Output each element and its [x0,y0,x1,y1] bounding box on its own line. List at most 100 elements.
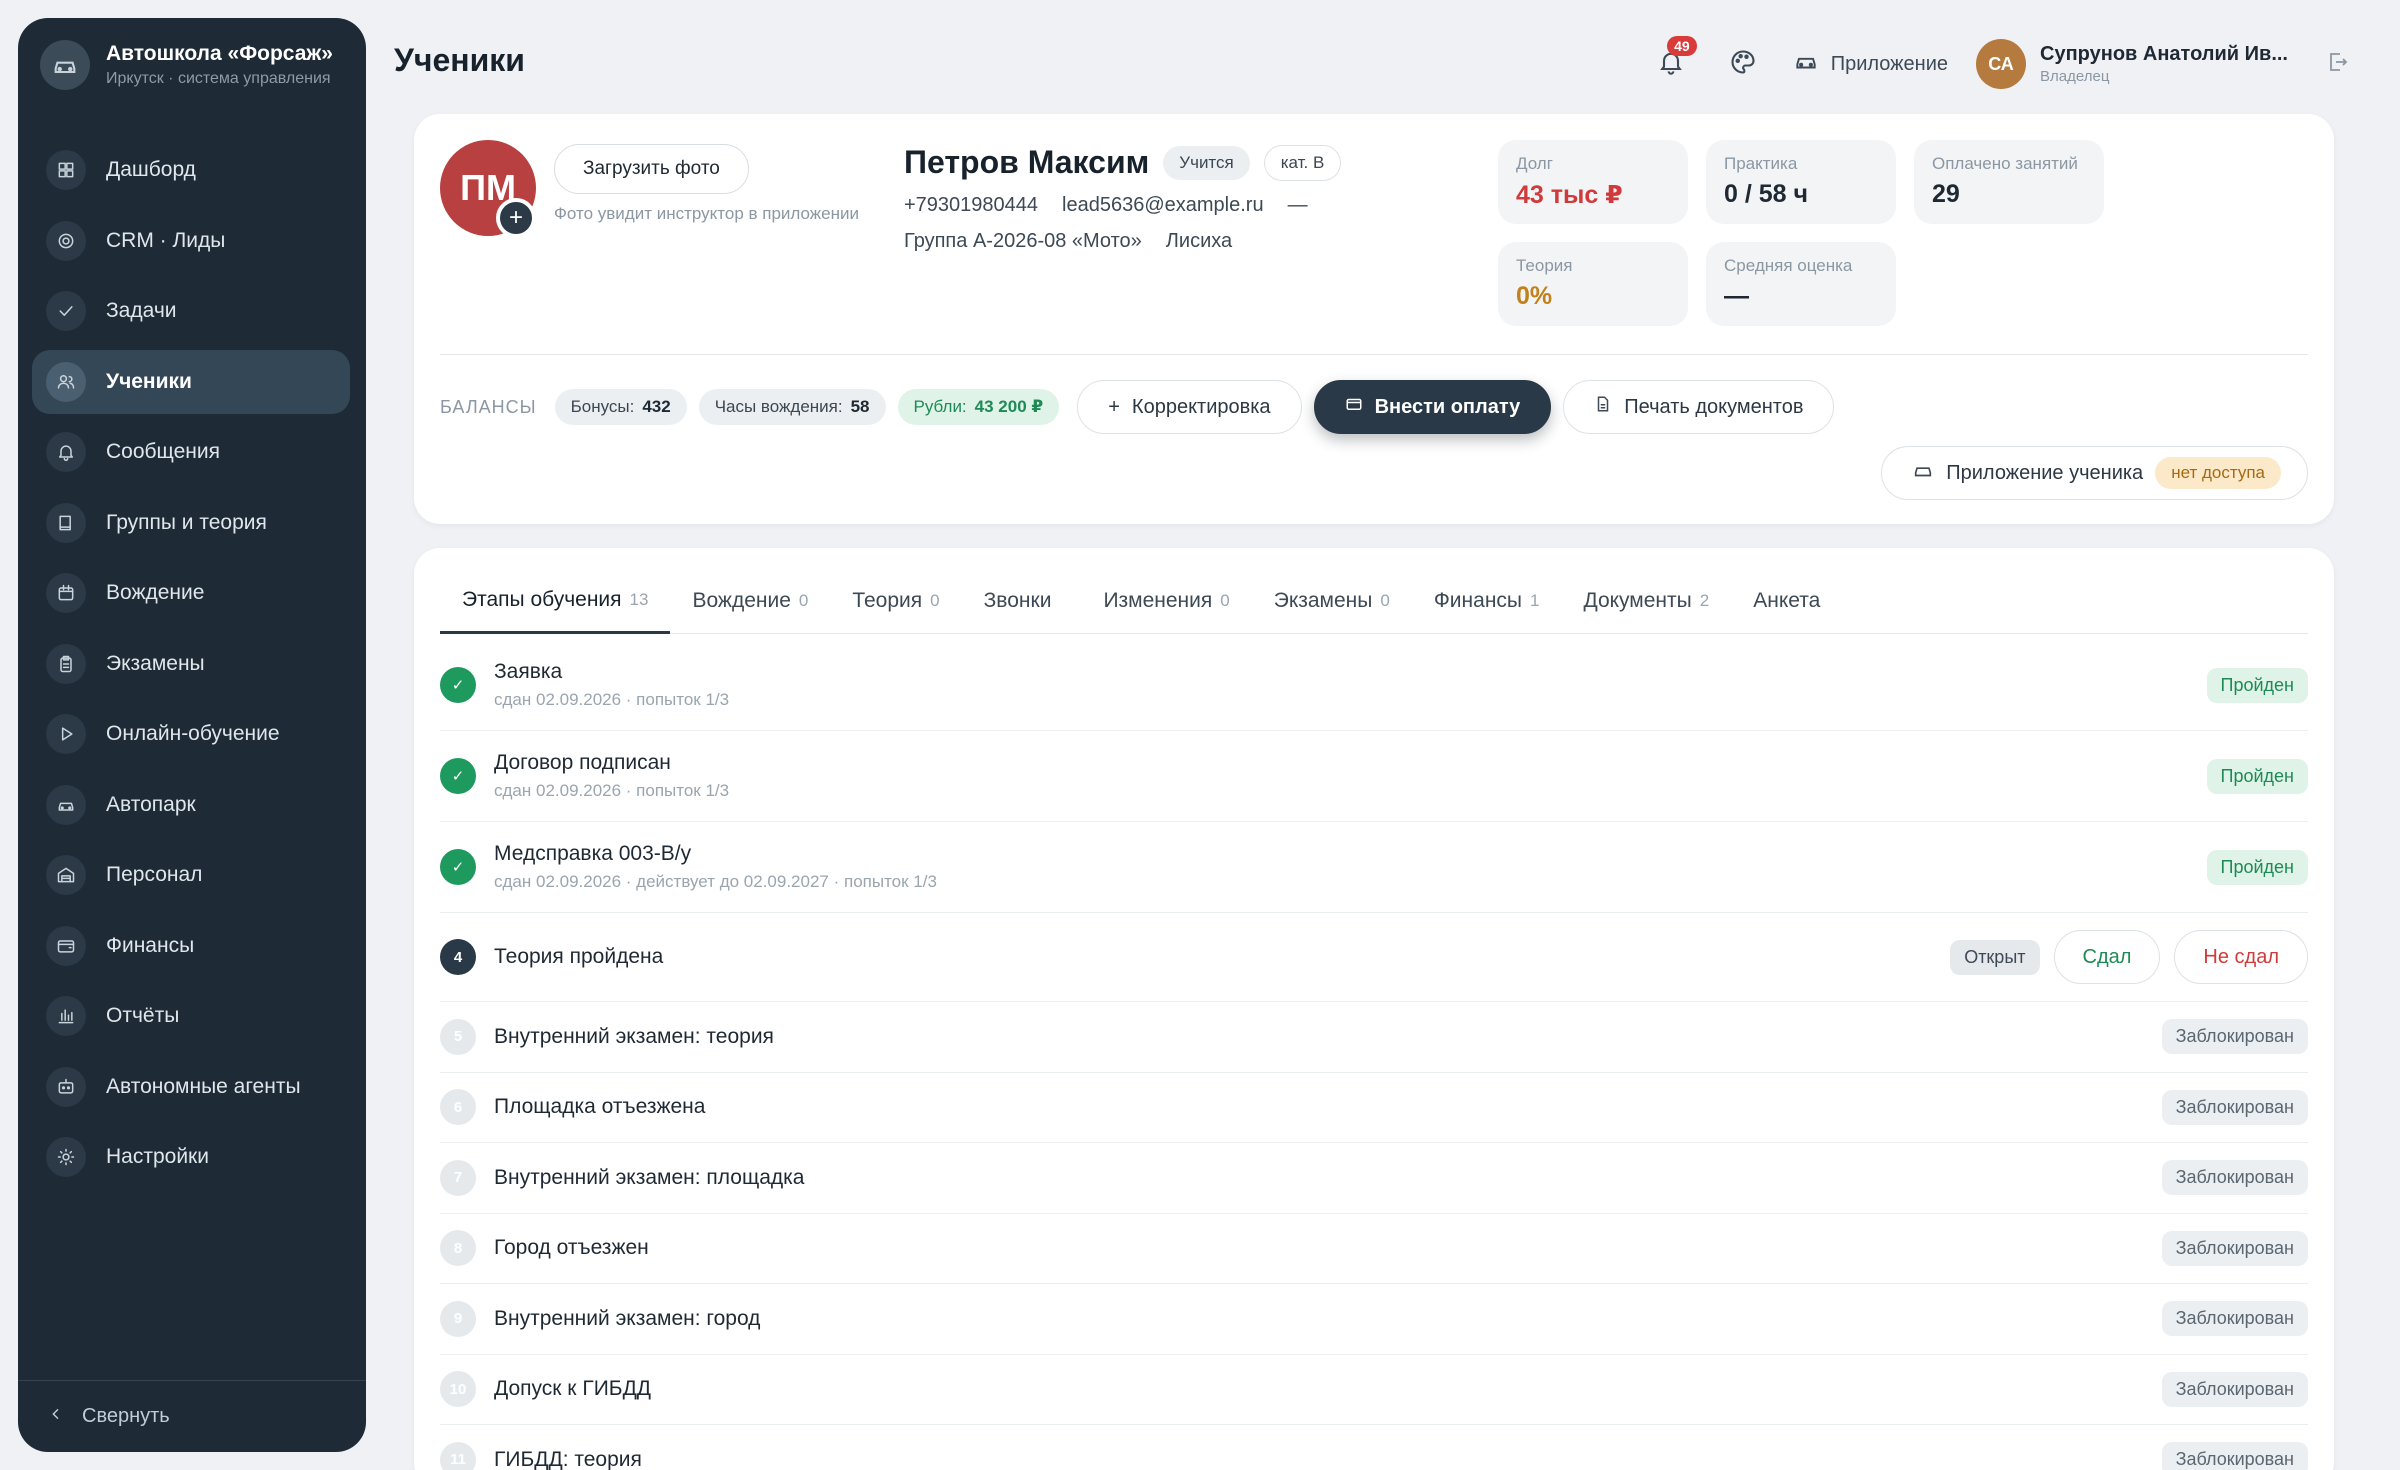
stage-meta: сдан 02.09.2026 · попыток 1/3 [494,781,730,800]
stage-pass-button[interactable]: Сдал [2053,930,2161,984]
plus-icon: + [1108,395,1120,418]
stage-title: Допуск к ГИБДД [494,1377,652,1401]
tab-label: Экзамены [1273,589,1373,612]
upload-hint: Фото увидит инструктор в приложении [554,204,860,223]
tab-3[interactable]: Звонки [962,568,1082,634]
stage-row[interactable]: ✓ Медсправка 003-В/у сдан 02.09.2026 · де… [440,822,2308,913]
sidebar-item-agents[interactable]: Автономные агенты [32,1055,350,1119]
group-line: Группа А-2026-08 «Мото» Лисиха [904,230,1232,253]
tab-1[interactable]: Вождение 0 [670,568,830,634]
stage-row[interactable]: 4 Теория пройдена Открыт Сдал Не сдал [440,913,2308,1002]
stage-number: 9 [440,1300,476,1337]
stage-status-badge: Заблокирован [2161,1089,2308,1125]
tab-4[interactable]: Изменения 0 [1081,568,1251,634]
sidebar-item-driving[interactable]: Вождение [32,561,350,625]
tab-5[interactable]: Экзамены 0 [1252,568,1412,634]
sidebar-item-tasks[interactable]: Задачи [32,279,350,343]
plus-icon: + [508,204,523,231]
tab-2[interactable]: Теория 0 [830,568,961,634]
category-badge: кат. B [1263,144,1342,181]
sidebar-item-groups[interactable]: Группы и теория [32,491,350,555]
adjust-button[interactable]: + Корректировка [1077,380,1302,434]
calendar-icon [46,573,86,613]
book-icon [46,502,86,543]
stage-number: 6 [440,1089,476,1126]
tabs: Этапы обучения 13 Вождение 0 Теория 0 Звонки Из… [440,568,2308,634]
add-photo-button[interactable]: + [496,198,536,238]
tab-label: Документы [1583,589,1692,612]
student-app-access-button[interactable]: Приложение ученика нет доступа [1881,446,2308,500]
stat-label: Средняя оценка [1724,256,1853,275]
stats-grid: Долг 43 тыс ₽ Практика 0 / 58 ч Оплачено зан… [1498,140,2310,326]
sidebar-item-reports[interactable]: Отчёты [32,984,350,1048]
group-link[interactable]: Группа А-2026-08 «Мото» [904,230,1142,253]
make-payment-button[interactable]: Внести оплату [1313,380,1552,434]
sidebar-item-label: Экзамены [106,651,205,675]
stage-row[interactable]: ✓ Договор подписан сдан 02.09.2026 · попы… [440,731,2308,822]
stage-number: 8 [440,1230,476,1267]
sidebar-item-students[interactable]: Ученики [32,349,350,414]
stage-status-badge: Заблокирован [2161,1301,2308,1337]
check-icon: ✓ [440,758,476,794]
sidebar-item-messages[interactable]: Сообщения [32,420,350,484]
stage-row[interactable]: 10 Допуск к ГИБДД Заблокирован [440,1355,2308,1425]
upload-photo-button[interactable]: Загрузить фото [554,144,749,194]
stage-fail-button[interactable]: Не сдал [2174,930,2308,984]
stage-meta: сдан 02.09.2026 · действует до 02.09.202… [494,872,937,891]
tab-label: Анкета [1753,589,1821,612]
stage-status-badge: Открыт [1950,939,2040,975]
stage-title: Площадка отъезжена [494,1095,706,1119]
brand[interactable]: Автошкола «Форсаж» Иркутск · система упр… [40,40,350,90]
sidebar-item-settings[interactable]: Настройки [32,1125,350,1189]
logout-button[interactable] [2316,42,2360,86]
tab-6[interactable]: Финансы 1 [1412,568,1562,634]
play-icon [46,714,86,754]
stage-row[interactable]: 8 Город отъезжен Заблокирован [440,1214,2308,1284]
sidebar-item-crm[interactable]: CRM · Лиды [32,209,350,273]
notifications-button[interactable]: 49 [1649,36,1697,86]
collapse-sidebar-button[interactable]: Свернуть [18,1380,366,1452]
app-link[interactable]: Приложение [1793,48,1948,80]
sidebar-item-online[interactable]: Онлайн-обучение [32,702,350,766]
collapse-label: Свернуть [82,1405,170,1427]
stage-row[interactable]: 7 Внутренний экзамен: площадка Заблокиро… [440,1143,2308,1214]
bell-icon [46,432,86,472]
sidebar-item-exams[interactable]: Экзамены [32,632,350,696]
sidebar-item-staff[interactable]: Персонал [32,843,350,907]
stage-status-badge: Пройден [2206,758,2308,794]
tab-8[interactable]: Анкета [1731,568,1850,634]
divider [440,354,2308,355]
sidebar-item-dashboard[interactable]: Дашборд [32,138,350,202]
stage-row[interactable]: 9 Внутренний экзамен: город Заблокирован [440,1284,2308,1355]
tab-label: Звонки [983,589,1052,612]
stage-status-badge: Заблокирован [2161,1019,2308,1055]
phone[interactable]: +79301980444 [904,194,1038,217]
rub-balance: Рубли: 43 200 ₽ [897,389,1060,425]
wallet-icon [1345,395,1363,419]
sidebar-item-finance[interactable]: Финансы [32,914,350,978]
balances-label: БАЛАНСЫ [440,396,537,417]
tab-label: Вождение [692,589,791,612]
stage-row[interactable]: ✓ Заявка сдан 02.09.2026 · попыток 1/3 Пр… [440,640,2308,731]
tab-label: Этапы обучения [462,587,622,611]
stage-row[interactable]: 6 Площадка отъезжена Заблокирован [440,1073,2308,1143]
email[interactable]: lead5636@example.ru [1062,194,1264,217]
stage-row[interactable]: 11 ГИБДД: теория Заблокирован [440,1425,2308,1470]
tab-0[interactable]: Этапы обучения 13 [440,568,671,634]
sidebar-item-label: Онлайн-обучение [106,722,280,745]
stage-row[interactable]: 5 Внутренний экзамен: теория Заблокирова… [440,1002,2308,1073]
stat-card: Теория 0% [1498,242,1688,326]
sidebar-item-label: Финансы [106,933,195,957]
tab-7[interactable]: Документы 2 [1561,568,1731,634]
stat-card: Оплачено занятий 29 [1914,140,2104,224]
stage-list: ✓ Заявка сдан 02.09.2026 · попыток 1/3 Пр… [440,640,2308,1470]
tab-label: Теория [852,589,923,612]
print-documents-button[interactable]: Печать документов [1563,380,1835,434]
sidebar-item-fleet[interactable]: Автопарк [32,773,350,837]
sidebar-item-label: Задачи [106,299,177,322]
tab-count: 0 [1380,591,1390,610]
user-menu[interactable]: СА Супрунов Анатолий Ив... Владелец [1976,39,2288,89]
theme-button[interactable] [1721,42,1765,86]
stage-status-badge: Пройден [2206,667,2308,703]
user-name: Супрунов Анатолий Ив... [2040,43,2288,65]
